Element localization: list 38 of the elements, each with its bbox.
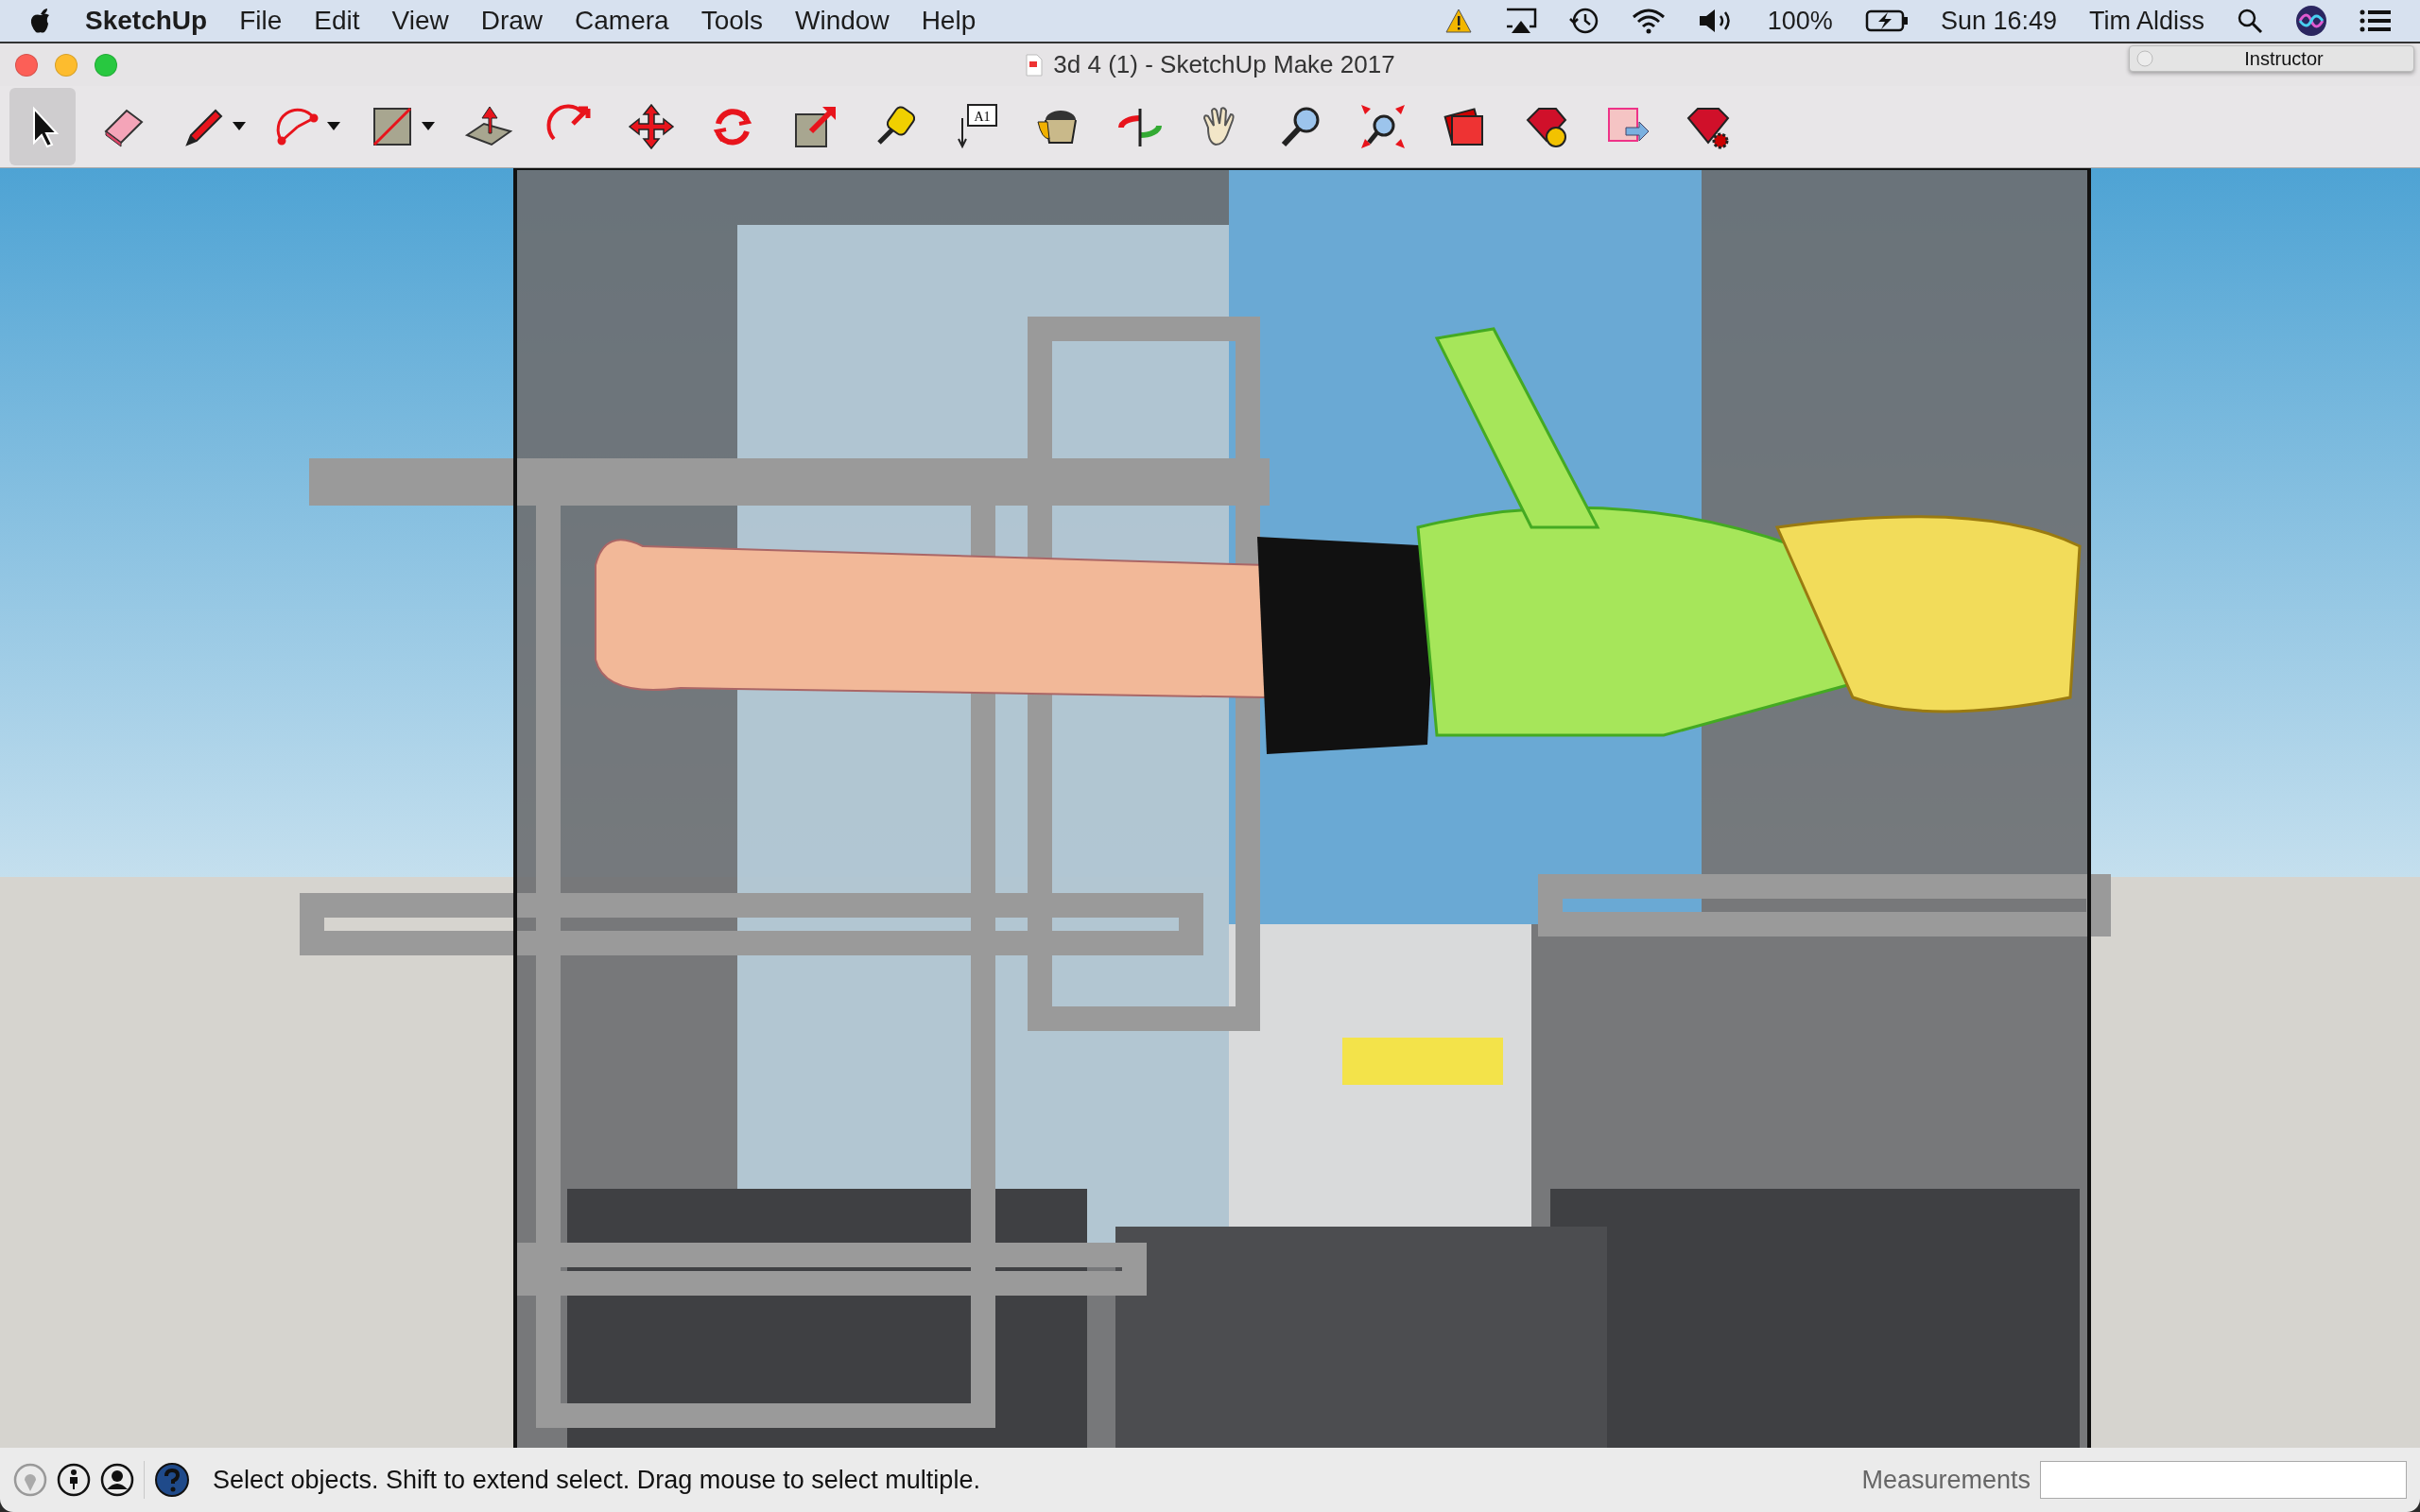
window-title: 3d 4 (1) - SketchUp Make 2017: [1053, 50, 1395, 79]
tool-button[interactable]: [9, 88, 76, 165]
battery-percentage: 100%: [1767, 6, 1833, 36]
caret-icon: [327, 122, 340, 131]
warning-icon[interactable]: [1443, 8, 1473, 34]
tool-button[interactable]: A1: [943, 88, 1010, 165]
measurements-field[interactable]: [2040, 1461, 2407, 1499]
clock-history-icon[interactable]: [1568, 6, 1599, 36]
siri-icon[interactable]: [2295, 5, 2327, 37]
document-icon: [1025, 53, 1045, 77]
help-icon[interactable]: [154, 1462, 190, 1498]
menu-item[interactable]: Help: [921, 6, 977, 36]
menu-item[interactable]: Window: [795, 6, 890, 36]
caret-icon: [233, 122, 246, 131]
menu-item[interactable]: View: [391, 6, 449, 36]
caret-icon: [422, 122, 435, 131]
close-button[interactable]: [15, 53, 38, 77]
menu-bar-clock[interactable]: Sun 16:49: [1940, 6, 2057, 36]
status-hint: Select objects. Shift to extend select. Drag mouse to select multiple.: [213, 1465, 980, 1495]
3d-model-drawing[interactable]: [0, 168, 2420, 1448]
menu-item[interactable]: Edit: [314, 6, 360, 36]
menu-item[interactable]: Draw: [480, 6, 544, 36]
menu-item[interactable]: Tools: [700, 6, 764, 36]
search-icon[interactable]: [2237, 8, 2263, 34]
info-icon[interactable]: [57, 1463, 91, 1497]
wifi-icon[interactable]: [1631, 8, 1666, 34]
measurements-label: Measurements: [1861, 1465, 2031, 1495]
screen-mirroring-icon[interactable]: [1504, 8, 1537, 34]
user-icon[interactable]: [100, 1463, 134, 1497]
panel-title: Instructor: [2243, 47, 2325, 70]
battery-charging-icon[interactable]: [1864, 9, 1909, 33]
move-arrows-icon: [626, 101, 677, 152]
menu-item[interactable]: Camera: [575, 6, 669, 36]
menu-item[interactable]: File: [239, 6, 283, 36]
user-name[interactable]: Tim Aldiss: [2089, 6, 2204, 36]
list-icon[interactable]: [2360, 9, 2392, 33]
app-menu[interactable]: SketchUp: [85, 6, 208, 36]
instructor-panel[interactable]: Instructor: [2129, 45, 2414, 72]
